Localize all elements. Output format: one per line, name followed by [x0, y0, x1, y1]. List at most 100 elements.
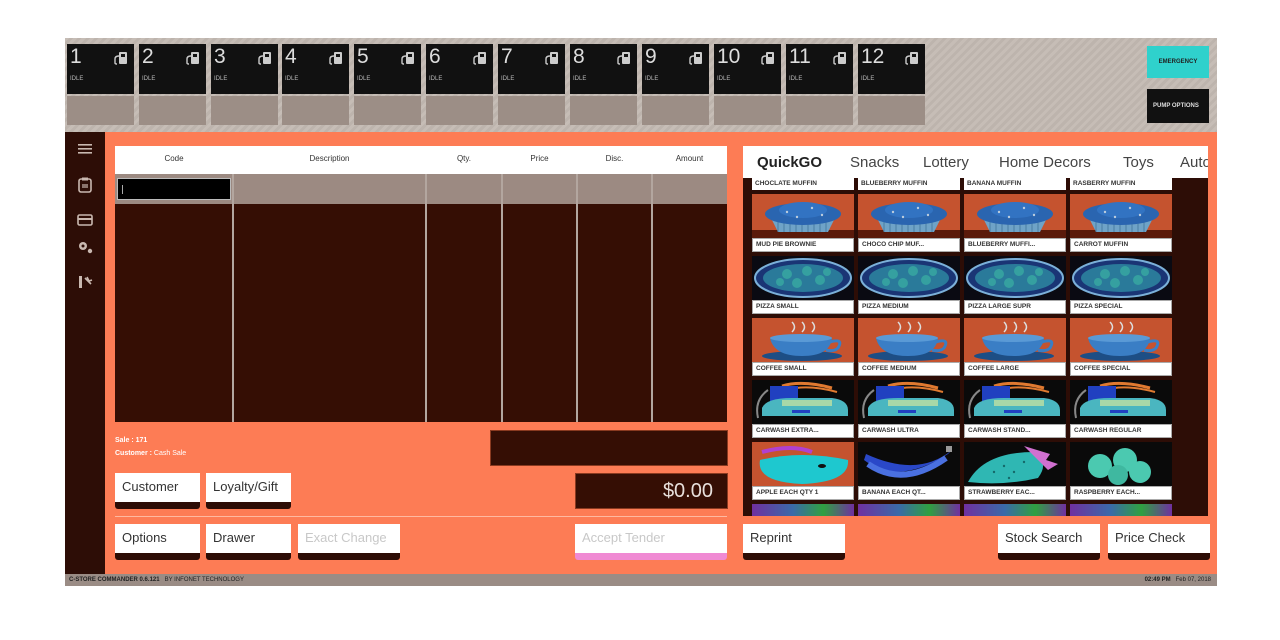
product-tile-label[interactable]: BANANA MUFFIN: [964, 178, 1066, 190]
product-tile[interactable]: PIZZA MEDIUM: [858, 256, 960, 314]
message-display: [490, 430, 728, 466]
product-tile[interactable]: BLUEBERRY MUFFI...: [964, 194, 1066, 252]
emergency-button[interactable]: EMERGENCY: [1147, 46, 1209, 78]
pump-number: 3: [214, 45, 226, 68]
pump-tile[interactable]: 8 IDLE: [570, 44, 637, 94]
code-input[interactable]: [117, 178, 231, 200]
tab-home-decors[interactable]: Home Decors: [999, 154, 1091, 171]
tab-lottery[interactable]: Lottery: [923, 154, 969, 171]
pump-5[interactable]: 5 IDLE: [354, 44, 421, 125]
loyalty-gift-button[interactable]: Loyalty/Gift: [206, 473, 291, 509]
fuel-pump-icon: [186, 52, 199, 65]
product-tile[interactable]: CARWASH EXTRA...: [752, 380, 854, 438]
sale-info: Sale : 171 Customer : Cash Sale: [115, 437, 186, 463]
pump-detail: [714, 96, 781, 125]
product-tile[interactable]: COFFEE SMALL: [752, 318, 854, 376]
category-tabs: QuickGO Snacks Lottery Home Decors Toys …: [743, 146, 1208, 178]
menu-icon[interactable]: [76, 140, 94, 158]
product-tile[interactable]: CARWASH ULTRA: [858, 380, 960, 438]
pump-7[interactable]: 7 IDLE: [498, 44, 565, 125]
product-tile[interactable]: BANANA EACH QT...: [858, 442, 960, 500]
product-tile[interactable]: COFFEE MEDIUM: [858, 318, 960, 376]
grid-header: Code Description Qty. Price Disc. Amount: [115, 146, 727, 174]
status-bar: C-STORE COMMANDER 0.6.121 BY INFONET TEC…: [65, 574, 1217, 586]
carwash-image-icon: [752, 380, 854, 424]
product-tile[interactable]: APPLE EACH QTY 1: [752, 442, 854, 500]
tab-snacks[interactable]: Snacks: [850, 154, 899, 171]
pump-3[interactable]: 3 IDLE: [211, 44, 278, 125]
settings-icon[interactable]: [76, 238, 94, 256]
transaction-grid: Code Description Qty. Price Disc. Amount: [115, 146, 727, 422]
product-tile-partial[interactable]: [752, 504, 854, 516]
divider: [115, 516, 727, 517]
product-tile[interactable]: PIZZA SPECIAL: [1070, 256, 1172, 314]
product-tile-partial[interactable]: [858, 504, 960, 516]
product-tile-label[interactable]: BLUEBERRY MUFFIN: [858, 178, 960, 190]
stock-search-button[interactable]: Stock Search: [998, 524, 1100, 560]
exit-icon[interactable]: [76, 273, 94, 291]
pump-tile[interactable]: 4 IDLE: [282, 44, 349, 94]
product-tile[interactable]: COFFEE SPECIAL: [1070, 318, 1172, 376]
customer-value: Cash Sale: [153, 450, 187, 457]
product-tile[interactable]: CARWASH STAND...: [964, 380, 1066, 438]
product-tile[interactable]: CHOCO CHIP MUF...: [858, 194, 960, 252]
pump-options-button[interactable]: PUMP OPTIONS: [1147, 89, 1209, 123]
pump-8[interactable]: 8 IDLE: [570, 44, 637, 125]
tab-quickgo[interactable]: QuickGO: [757, 154, 822, 171]
column-header-disc: Disc.: [605, 154, 624, 163]
tab-toys[interactable]: Toys: [1123, 154, 1154, 171]
pump-6[interactable]: 6 IDLE: [426, 44, 493, 125]
product-tile-label[interactable]: CHOCLATE MUFFIN: [752, 178, 854, 190]
fuel-pump-icon: [905, 52, 918, 65]
price-check-button[interactable]: Price Check: [1108, 524, 1210, 560]
pump-tile[interactable]: 2 IDLE: [139, 44, 206, 94]
product-tile[interactable]: RASPBERRY EACH...: [1070, 442, 1172, 500]
product-tile-partial[interactable]: [964, 504, 1066, 516]
pump-tile[interactable]: 9 IDLE: [642, 44, 709, 94]
pump-tile[interactable]: 5 IDLE: [354, 44, 421, 94]
fuel-pump-icon: [617, 52, 630, 65]
product-label: CARWASH EXTRA...: [752, 424, 854, 438]
customer-button[interactable]: Customer: [115, 473, 200, 509]
clipboard-icon[interactable]: [76, 176, 94, 194]
product-tile[interactable]: MUD PIE BROWNIE: [752, 194, 854, 252]
product-tile-partial[interactable]: [1070, 504, 1172, 516]
coffee-image-icon: [1070, 318, 1172, 362]
options-button[interactable]: Options: [115, 524, 200, 560]
pump-tile[interactable]: 1 IDLE: [67, 44, 134, 94]
pump-tile[interactable]: 7 IDLE: [498, 44, 565, 94]
product-label: COFFEE SPECIAL: [1070, 362, 1172, 376]
product-tile[interactable]: CARROT MUFFIN: [1070, 194, 1172, 252]
pump-number: 2: [142, 45, 154, 68]
reprint-button[interactable]: Reprint: [743, 524, 845, 560]
pump-1[interactable]: 1 IDLE: [67, 44, 134, 125]
pump-tile[interactable]: 12 IDLE: [858, 44, 925, 94]
pizza-image-icon: [1070, 256, 1172, 300]
customer-label: Customer :: [115, 450, 152, 457]
product-tile[interactable]: COFFEE LARGE: [964, 318, 1066, 376]
pump-tile[interactable]: 3 IDLE: [211, 44, 278, 94]
pump-10[interactable]: 10 IDLE: [714, 44, 781, 125]
card-icon[interactable]: [76, 211, 94, 229]
pump-tile[interactable]: 10 IDLE: [714, 44, 781, 94]
pump-11[interactable]: 11 IDLE: [786, 44, 853, 125]
product-tile-label[interactable]: RASBERRY MUFFIN: [1070, 178, 1172, 190]
pump-number: 12: [861, 45, 885, 68]
pump-4[interactable]: 4 IDLE: [282, 44, 349, 125]
accept-tender-button[interactable]: Accept Tender: [575, 524, 727, 560]
pump-tile[interactable]: 11 IDLE: [786, 44, 853, 94]
pump-12[interactable]: 12 IDLE: [858, 44, 925, 125]
app-name: C-STORE COMMANDER 0.6.121: [69, 577, 160, 583]
product-tile[interactable]: CARWASH REGULAR: [1070, 380, 1172, 438]
product-tile[interactable]: STRAWBERRY EAC...: [964, 442, 1066, 500]
carwash-image-icon: [858, 380, 960, 424]
pump-detail: [426, 96, 493, 125]
pump-9[interactable]: 9 IDLE: [642, 44, 709, 125]
product-tile[interactable]: PIZZA LARGE SUPR: [964, 256, 1066, 314]
tab-auto[interactable]: Auto: [1180, 154, 1208, 171]
product-tile[interactable]: PIZZA SMALL: [752, 256, 854, 314]
pump-tile[interactable]: 6 IDLE: [426, 44, 493, 94]
drawer-button[interactable]: Drawer: [206, 524, 291, 560]
exact-change-button[interactable]: Exact Change: [298, 524, 400, 560]
pump-2[interactable]: 2 IDLE: [139, 44, 206, 125]
